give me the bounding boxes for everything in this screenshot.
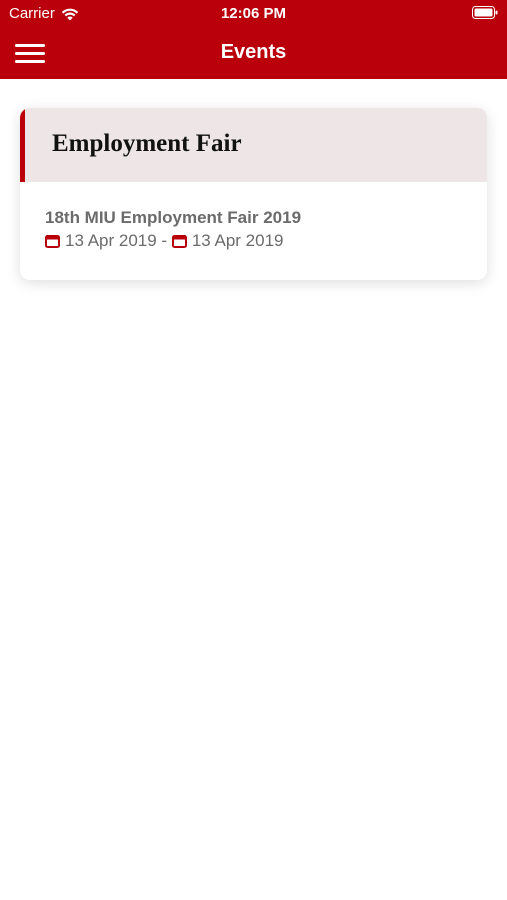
section-title: Employment Fair xyxy=(52,130,242,157)
status-bar: Carrier 12:06 PM xyxy=(0,0,507,28)
status-time: 12:06 PM xyxy=(220,5,287,22)
event-name: 18th MIU Employment Fair 2019 xyxy=(45,208,302,227)
event-dates: 13 Apr 2019 - 13 Apr 2019 xyxy=(45,231,284,251)
calendar-icon xyxy=(171,235,187,248)
calendar-icon xyxy=(45,235,60,248)
page-title: Events xyxy=(220,41,287,63)
event-start-date: 13 Apr 2019 xyxy=(65,231,157,250)
navigation-bar: Events xyxy=(0,28,507,79)
date-separator: - xyxy=(156,231,172,250)
battery-icon xyxy=(472,6,498,19)
events-card: Employment Fair 18th MIU Employment Fair… xyxy=(20,108,487,280)
event-list-item[interactable]: 18th MIU Employment Fair 2019 13 Apr 201… xyxy=(20,182,487,280)
section-header: Employment Fair xyxy=(20,108,487,182)
event-end-date: 13 Apr 2019 xyxy=(191,231,284,250)
